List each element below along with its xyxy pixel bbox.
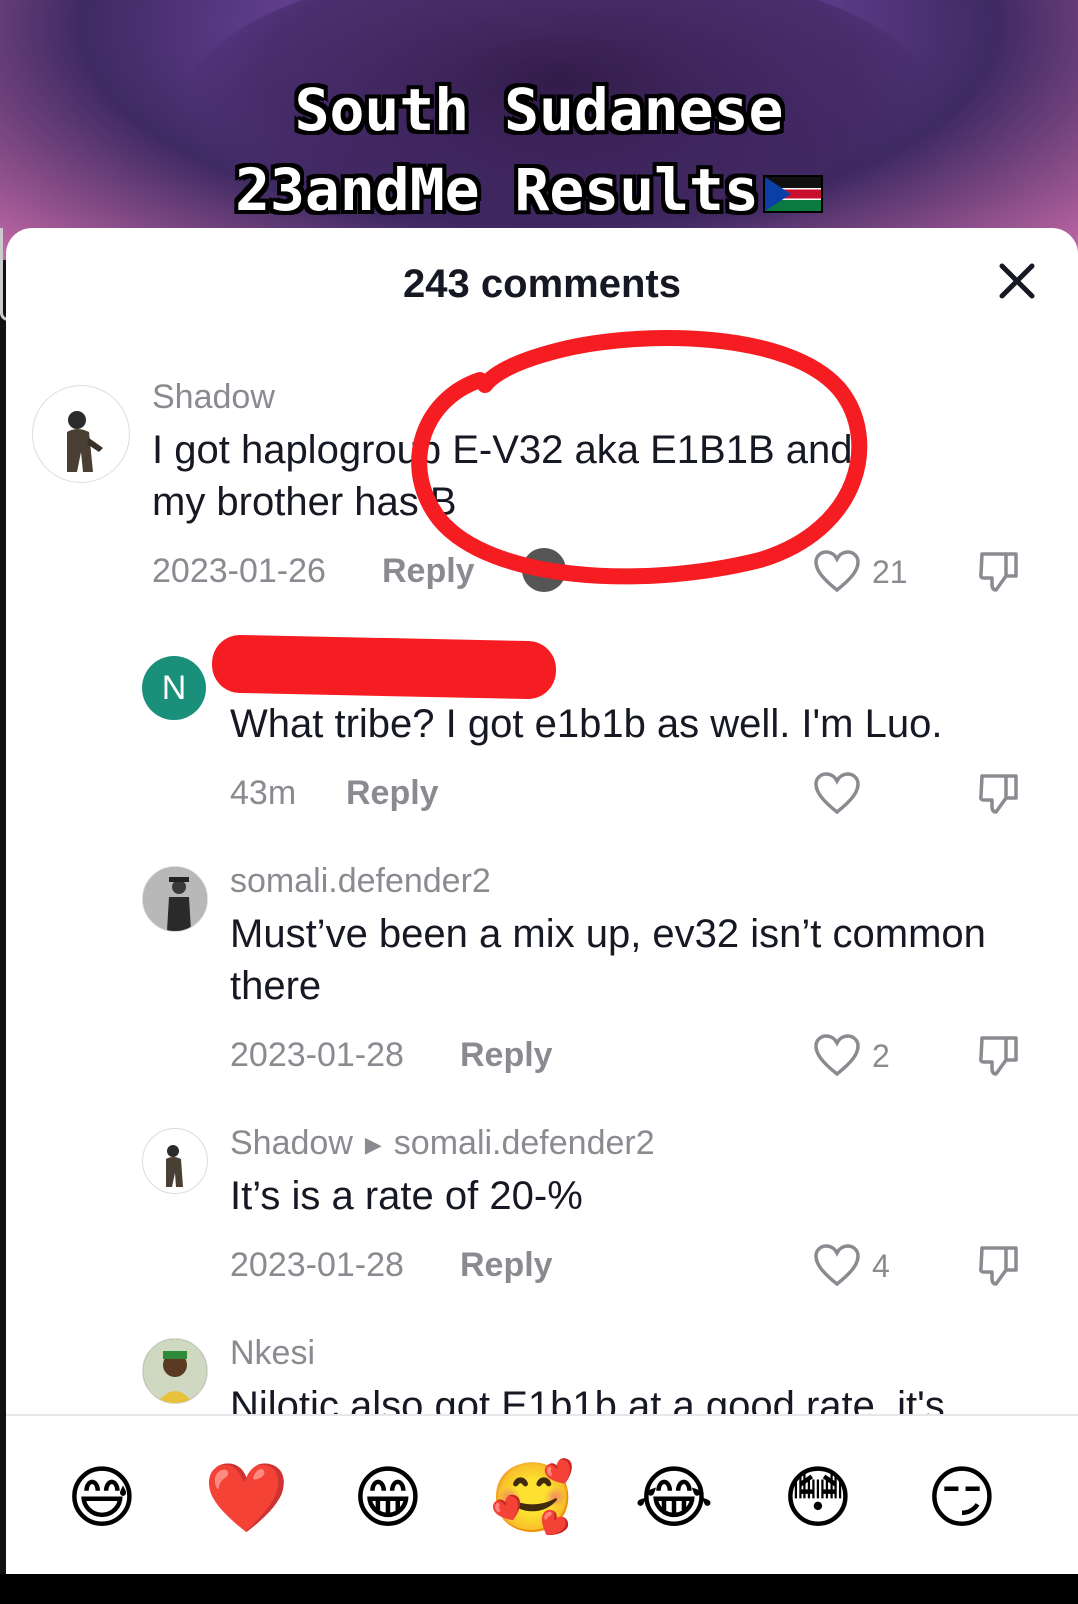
comment-username[interactable]: somali.defender2 — [230, 862, 491, 901]
close-icon[interactable] — [992, 256, 1042, 306]
avatar-n[interactable]: N — [142, 656, 206, 720]
comment-username[interactable]: Shadow — [230, 1124, 353, 1162]
emoji-grin[interactable]: 😁 — [348, 1458, 428, 1538]
comments-count: 243 comments — [403, 262, 681, 306]
reply-button[interactable]: Reply — [460, 1246, 553, 1285]
reply-button[interactable]: Reply — [346, 774, 439, 813]
dislike-icon[interactable] — [976, 770, 1022, 816]
like-count: 4 — [872, 1248, 890, 1284]
avatar-shadow[interactable] — [142, 1128, 208, 1194]
reply-button[interactable]: Reply — [460, 1036, 553, 1075]
comment-date: 43m — [230, 774, 297, 812]
comment-text: What tribe? I got e1b1b as well. I'm Luo… — [230, 702, 943, 746]
like-count: 2 — [872, 1038, 890, 1074]
person-silhouette-icon — [67, 411, 103, 472]
like-count: 21 — [872, 554, 908, 590]
reply-button[interactable]: Reply — [382, 552, 475, 591]
avatar-nkesi[interactable] — [142, 1338, 208, 1404]
redacted-username — [211, 634, 557, 700]
comment-date: 2023-01-28 — [230, 1036, 404, 1074]
emoji-heart[interactable]: ❤️ — [204, 1458, 289, 1538]
comment-username[interactable]: Nkesi — [230, 1334, 315, 1373]
comment-text: It’s is a rate of 20-% — [230, 1174, 583, 1218]
reply-arrow-icon: ▶ — [364, 1132, 382, 1158]
emoji-sweat-smile[interactable]: 😅 — [62, 1458, 142, 1538]
comment-date: 2023-01-26 — [152, 552, 326, 590]
person-photo-icon — [143, 867, 207, 931]
dislike-icon[interactable] — [976, 1032, 1022, 1078]
dislike-icon[interactable] — [976, 548, 1022, 594]
emoji-smirk[interactable]: 😏 — [922, 1458, 1002, 1538]
emoji-tears-of-joy[interactable]: 😂 — [634, 1458, 714, 1538]
emoji-flushed[interactable]: 😳 — [778, 1458, 858, 1538]
dislike-icon[interactable] — [976, 1242, 1022, 1288]
video-title-line2: 23andMe Results — [0, 150, 1068, 230]
comments-header: 243 comments — [6, 228, 1078, 338]
avatar-somali-defender2[interactable] — [142, 866, 208, 932]
emoji-smiling-hearts[interactable]: 🥰 — [490, 1458, 575, 1538]
comment-date: 2023-01-28 — [230, 1246, 404, 1284]
comment-username[interactable]: Shadow — [152, 378, 275, 417]
person-silhouette-icon — [166, 1145, 183, 1187]
comment-text: Nilotic also got E1b1b at a good rate, i… — [230, 1384, 945, 1414]
comment-text: Must’ve been a mix up, ev32 isn’t common… — [230, 912, 986, 1008]
south-sudan-flag-icon — [762, 174, 823, 213]
avatar-shadow[interactable] — [32, 385, 130, 483]
reply-to-username[interactable]: somali.defender2 — [394, 1124, 655, 1162]
heart-icon[interactable] — [812, 548, 862, 594]
bottom-bar — [0, 1574, 1078, 1604]
video-title-line1: South Sudanese — [294, 76, 784, 144]
video-title-line2-text: 23andMe Results — [235, 156, 759, 224]
comment-text: I got haplogroup E-V32 aka E1B1B and my … — [152, 428, 853, 524]
person-photo-icon — [143, 1339, 207, 1403]
heart-icon[interactable] — [812, 1032, 862, 1078]
heart-icon[interactable] — [812, 770, 862, 816]
creator-like-avatar — [522, 548, 566, 592]
comment-username-thread: Shadow ▶ somali.defender2 — [230, 1124, 655, 1163]
emoji-reaction-bar: 😅 ❤️ 😁 🥰 😂 😳 😏 — [6, 1414, 1078, 1576]
heart-icon[interactable] — [812, 1242, 862, 1288]
